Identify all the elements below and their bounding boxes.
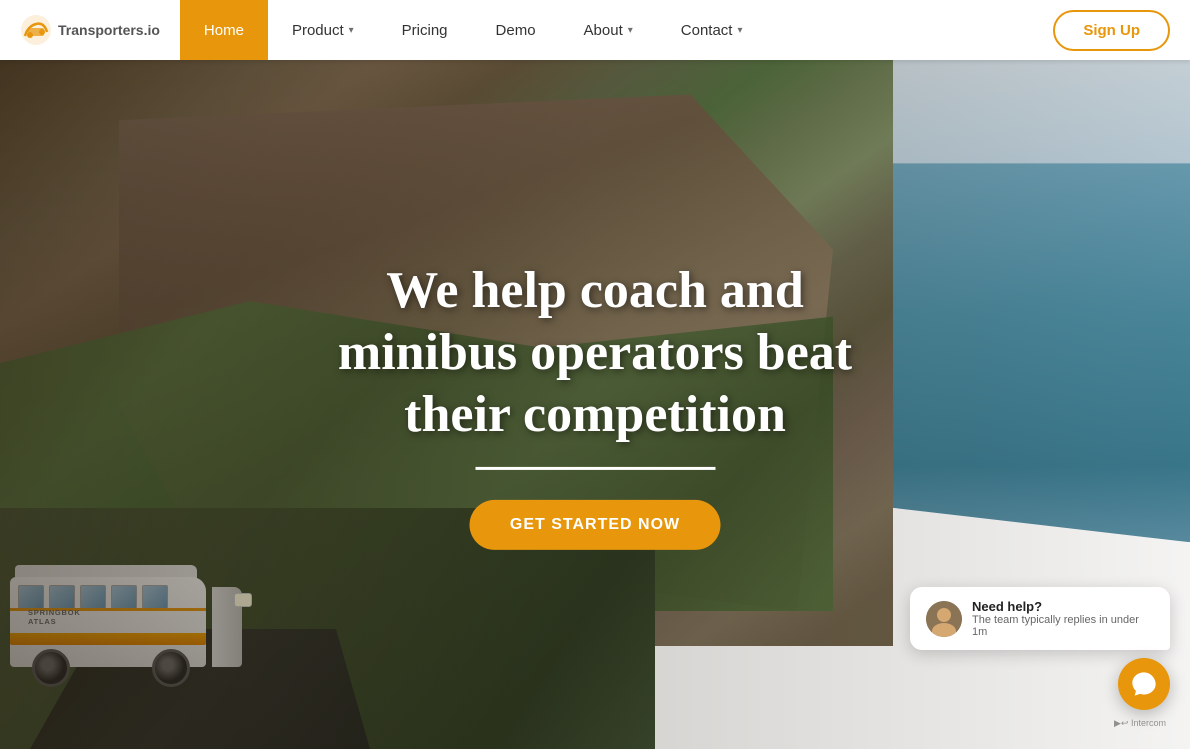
chevron-down-icon-contact: ▾ <box>737 25 742 36</box>
chat-text: Need help? The team typically replies in… <box>972 599 1154 638</box>
logo[interactable]: Transporters.io <box>0 0 180 60</box>
chat-bubble[interactable]: Need help? The team typically replies in… <box>910 587 1170 650</box>
logo-text: Transporters.io <box>58 22 160 38</box>
hero-cta-button[interactable]: GET STARTED NOW <box>470 500 720 550</box>
chevron-down-icon-about: ▾ <box>628 25 633 36</box>
navbar-right: Sign Up <box>1033 0 1190 60</box>
hero-content: We help coach and minibus operators beat… <box>298 259 893 549</box>
chat-watermark: ▶↩ Intercom <box>1114 718 1170 729</box>
nav-item-about[interactable]: About ▾ <box>560 0 657 60</box>
logo-icon <box>20 14 52 46</box>
nav-item-home[interactable]: Home <box>180 0 268 60</box>
chat-icon <box>1130 670 1158 698</box>
hero-divider <box>475 467 715 470</box>
chat-avatar <box>926 601 962 637</box>
chat-reply-time: The team typically replies in under 1m <box>972 614 1154 638</box>
nav-item-pricing[interactable]: Pricing <box>378 0 472 60</box>
chat-widget: Need help? The team typically replies in… <box>910 587 1170 729</box>
nav-item-demo[interactable]: Demo <box>472 0 560 60</box>
signup-button[interactable]: Sign Up <box>1053 10 1170 51</box>
nav-item-contact[interactable]: Contact ▾ <box>657 0 767 60</box>
avatar-icon <box>926 601 962 637</box>
chevron-down-icon: ▾ <box>349 25 354 36</box>
chat-need-help: Need help? <box>972 599 1154 614</box>
nav-item-product[interactable]: Product ▾ <box>268 0 378 60</box>
hero-title: We help coach and minibus operators beat… <box>298 259 893 446</box>
navbar: Transporters.io Home Product ▾ Pricing D… <box>0 0 1190 60</box>
nav-items: Home Product ▾ Pricing Demo About ▾ Cont… <box>180 0 1033 60</box>
chat-fab-button[interactable] <box>1118 658 1170 710</box>
